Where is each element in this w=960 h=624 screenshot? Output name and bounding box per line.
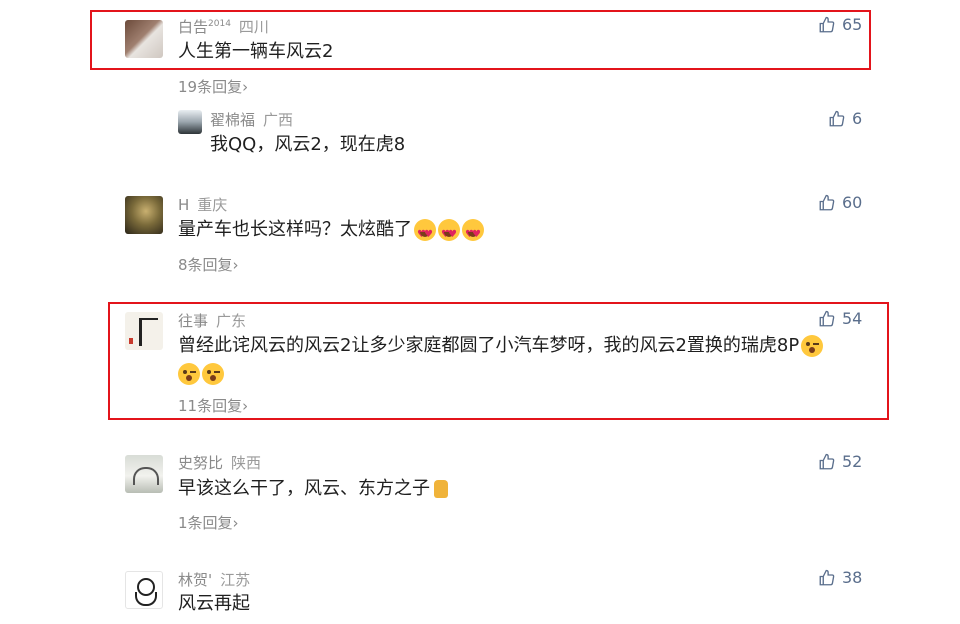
comment-text: 早该这么干了，风云、东方之子 xyxy=(178,475,448,503)
location: 四川 xyxy=(238,18,269,36)
like-button[interactable]: 54 xyxy=(818,309,862,328)
avatar[interactable] xyxy=(125,455,163,493)
like-count: 65 xyxy=(842,15,863,34)
thumbs-up-icon xyxy=(819,453,835,469)
location: 江苏 xyxy=(220,571,251,589)
like-button[interactable]: 38 xyxy=(818,568,862,587)
location: 广西 xyxy=(263,111,294,129)
location: 陕西 xyxy=(231,454,262,472)
avatar[interactable] xyxy=(125,571,163,609)
calligraphy-avatar xyxy=(139,318,158,346)
commenter-name[interactable]: 往事 xyxy=(178,312,208,330)
comment-text: 风云再起 xyxy=(178,593,250,614)
avatar[interactable] xyxy=(125,196,163,234)
commenter-name[interactable]: 翟棉福 xyxy=(210,111,255,129)
thumbs-up-emoji xyxy=(434,480,448,498)
winking-tongue-emoji xyxy=(801,335,824,357)
comment-text: 曾经此诧风云的风云2让多少家庭都圆了小汽车梦呀，我的风云2置换的瑞虎8P xyxy=(178,332,868,388)
reply-count-link[interactable]: 19条回复› xyxy=(178,76,248,97)
name-badge: 2014 xyxy=(208,19,231,29)
like-count: 6 xyxy=(852,109,863,128)
avatar[interactable] xyxy=(125,20,163,58)
avatar[interactable] xyxy=(125,312,163,350)
commenter-name[interactable]: 林贺' xyxy=(178,571,212,589)
winking-tongue-emoji xyxy=(178,363,200,385)
like-button[interactable]: 60 xyxy=(818,193,862,212)
heart-eyes-emoji xyxy=(438,219,460,249)
winking-tongue-emoji xyxy=(202,363,224,385)
reply-count-link[interactable]: 8条回复› xyxy=(178,254,239,275)
heart-eyes-emoji xyxy=(462,219,484,249)
like-count: 52 xyxy=(842,452,863,471)
commenter-name[interactable]: 史努比 xyxy=(178,454,223,472)
like-button[interactable]: 52 xyxy=(818,452,862,471)
heart-eyes-emoji xyxy=(414,219,436,249)
like-button[interactable]: 65 xyxy=(818,15,862,34)
like-count: 38 xyxy=(842,568,863,587)
location: 广东 xyxy=(216,312,247,330)
thumbs-up-icon xyxy=(829,110,845,126)
reply-count-link[interactable]: 1条回复› xyxy=(178,512,239,533)
thumbs-up-icon xyxy=(819,16,835,32)
comment-text: 量产车也长这样吗？太炫酷了 xyxy=(178,216,484,249)
avatar[interactable] xyxy=(178,110,202,134)
comment-text: 人生第一辆车风云2 xyxy=(178,41,334,62)
reply-count-link[interactable]: 11条回复› xyxy=(178,395,248,416)
comment-text: 我QQ，风云2，现在虎8 xyxy=(210,134,406,155)
commenter-name[interactable]: H xyxy=(178,196,189,214)
like-count: 60 xyxy=(842,193,863,212)
commenter-name[interactable]: 白告 xyxy=(178,18,208,36)
like-count: 54 xyxy=(842,309,863,328)
location: 重庆 xyxy=(197,196,228,214)
thumbs-up-icon xyxy=(819,569,835,585)
thumbs-up-icon xyxy=(819,194,835,210)
like-button[interactable]: 6 xyxy=(828,109,862,128)
thumbs-up-icon xyxy=(819,310,835,326)
